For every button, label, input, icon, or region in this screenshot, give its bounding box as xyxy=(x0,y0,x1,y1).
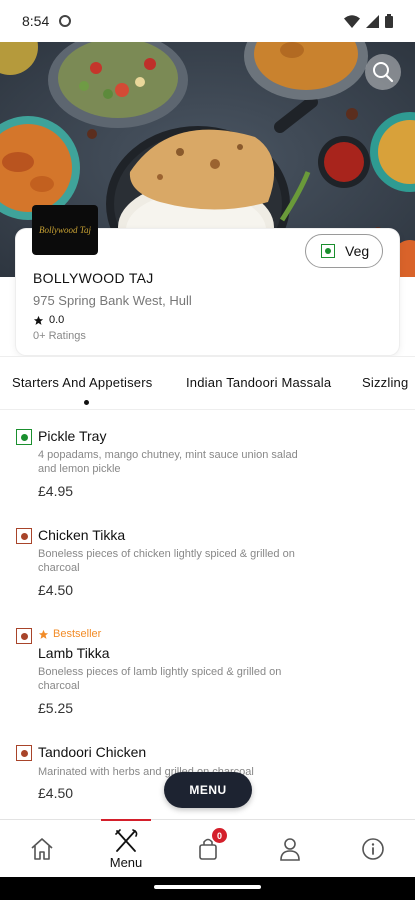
nav-account[interactable] xyxy=(270,820,310,878)
menu-item-name: Pickle Tray xyxy=(38,428,107,444)
cutlery-icon xyxy=(115,829,138,852)
system-gesture-bar xyxy=(0,877,415,900)
menu-item-description: Boneless pieces of lamb lightly spiced &… xyxy=(38,666,282,692)
menu-item-price: £4.50 xyxy=(38,582,74,598)
nav-info[interactable] xyxy=(353,820,393,878)
non-veg-icon xyxy=(16,528,32,544)
rating-count: 0+ Ratings xyxy=(33,330,86,342)
non-veg-icon xyxy=(16,628,32,644)
status-time: 8:54 xyxy=(22,13,50,29)
cart-count-badge: 0 xyxy=(212,828,227,843)
bottom-navigation: Menu 0 xyxy=(0,819,415,877)
status-icons xyxy=(344,14,393,28)
search-icon xyxy=(373,62,394,83)
app-notification-icon xyxy=(59,15,72,27)
battery-icon xyxy=(385,14,393,28)
category-tab-tandoori-massala[interactable]: Indian Tandoori Massala xyxy=(186,375,331,390)
nav-menu-label: Menu xyxy=(109,855,143,870)
menu-item-description: Boneless pieces of chicken lightly spice… xyxy=(38,548,295,574)
menu-item-price: £4.50 xyxy=(38,785,74,801)
home-gesture-handle[interactable] xyxy=(154,885,261,889)
veg-icon xyxy=(16,429,32,445)
category-tab-sizzling[interactable]: Sizzling xyxy=(362,375,408,390)
category-tab-starters[interactable]: Starters And Appetisers xyxy=(12,375,152,390)
rating-value: 0.0 xyxy=(49,314,65,326)
menu-item[interactable]: Pickle Tray 4 popadams, mango chutney, m… xyxy=(0,411,415,516)
restaurant-logo: Bollywood Taj xyxy=(32,205,98,255)
star-icon xyxy=(38,629,49,639)
search-button[interactable] xyxy=(365,54,401,90)
restaurant-logo-text: Bollywood Taj xyxy=(39,225,91,235)
status-bar: 8:54 xyxy=(0,0,415,42)
bestseller-badge: Bestseller xyxy=(38,628,101,640)
home-icon xyxy=(31,838,53,860)
menu-item-price: £4.95 xyxy=(38,483,74,499)
menu-item-name: Chicken Tikka xyxy=(38,527,126,543)
category-tabs: Starters And Appetisers Indian Tandoori … xyxy=(0,356,415,410)
bestseller-label: Bestseller xyxy=(53,628,102,640)
nav-home[interactable] xyxy=(22,820,62,878)
active-tab-indicator xyxy=(84,400,89,405)
menu-item-name: Lamb Tikka xyxy=(38,645,110,661)
user-icon xyxy=(280,838,300,861)
veg-filter-label: Veg xyxy=(345,243,370,259)
menu-item-price: £5.25 xyxy=(38,700,74,716)
signal-icon xyxy=(366,14,379,28)
restaurant-info-card: Bollywood Taj Veg BOLLYWOOD TAJ 975 Spri… xyxy=(16,205,399,355)
restaurant-address: 975 Spring Bank West, Hull xyxy=(33,293,192,308)
nav-cart[interactable]: 0 xyxy=(188,820,228,878)
wifi-icon xyxy=(344,14,360,28)
menu-item-list: Pickle Tray 4 popadams, mango chutney, m… xyxy=(0,411,415,819)
menu-item-description: 4 popadams, mango chutney, mint sauce un… xyxy=(38,449,298,475)
menu-item[interactable]: Bestseller Lamb Tikka Boneless pieces of… xyxy=(0,616,415,736)
restaurant-name: BOLLYWOOD TAJ xyxy=(33,270,154,286)
info-icon xyxy=(362,838,384,860)
menu-item[interactable]: Chicken Tikka Boneless pieces of chicken… xyxy=(0,516,415,616)
star-icon xyxy=(33,315,44,325)
menu-float-button[interactable]: MENU xyxy=(164,772,252,808)
non-veg-icon xyxy=(16,745,32,761)
veg-filter-toggle[interactable]: Veg xyxy=(305,234,383,268)
veg-icon xyxy=(321,244,335,258)
nav-menu[interactable]: Menu xyxy=(101,820,151,878)
menu-item-name: Tandoori Chicken xyxy=(38,744,147,760)
rating-row: 0.0 xyxy=(33,314,64,326)
